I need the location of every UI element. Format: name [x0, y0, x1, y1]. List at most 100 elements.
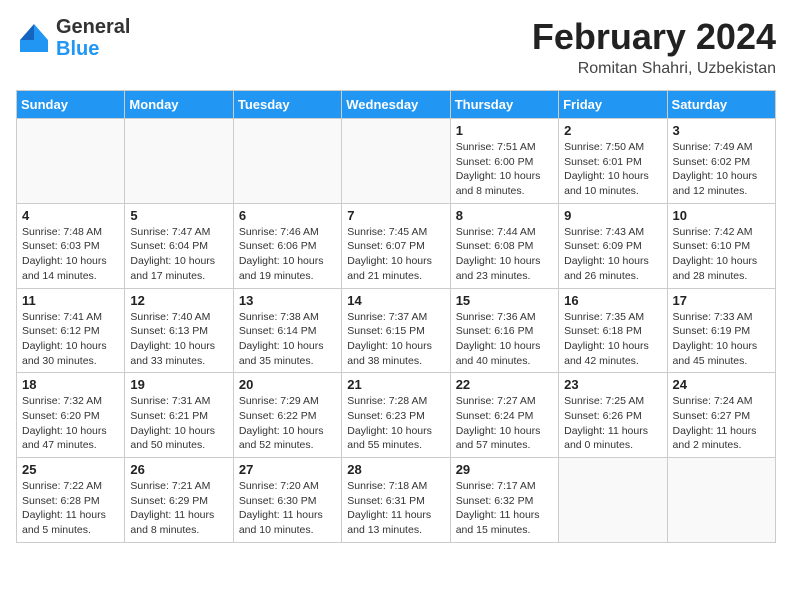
day-cell: 25 Sunrise: 7:22 AMSunset: 6:28 PMDayligh…: [17, 458, 125, 543]
day-cell: [233, 119, 341, 204]
day-cell: 21 Sunrise: 7:28 AMSunset: 6:23 PMDayligh…: [342, 373, 450, 458]
day-cell: 17Sunrise: 7:33 AMSunset: 6:19 PMDayligh…: [667, 288, 775, 373]
day-number: 18: [22, 377, 119, 392]
day-info: Sunrise: 7:41 AMSunset: 6:12 PMDaylight:…: [22, 310, 119, 369]
day-number: 20: [239, 377, 336, 392]
day-cell: 14Sunrise: 7:37 AMSunset: 6:15 PMDayligh…: [342, 288, 450, 373]
day-number: 9: [564, 208, 661, 223]
day-cell: 23 Sunrise: 7:25 AMSunset: 6:26 PMDayligh…: [559, 373, 667, 458]
day-info: Sunrise: 7:29 AMSunset: 6:22 PMDaylight:…: [239, 394, 336, 453]
day-info: Sunrise: 7:20 AMSunset: 6:30 PMDaylight:…: [239, 479, 336, 538]
day-cell: 19 Sunrise: 7:31 AMSunset: 6:21 PMDayligh…: [125, 373, 233, 458]
day-number: 29: [456, 462, 553, 477]
col-header-monday: Monday: [125, 91, 233, 119]
col-header-tuesday: Tuesday: [233, 91, 341, 119]
day-info: Sunrise: 7:44 AMSunset: 6:08 PMDaylight:…: [456, 225, 553, 284]
day-cell: 7 Sunrise: 7:45 AMSunset: 6:07 PMDaylight…: [342, 203, 450, 288]
day-number: 28: [347, 462, 444, 477]
day-cell: [342, 119, 450, 204]
day-info: Sunrise: 7:42 AMSunset: 6:10 PMDaylight:…: [673, 225, 770, 284]
day-info: Sunrise: 7:21 AMSunset: 6:29 PMDaylight:…: [130, 479, 227, 538]
day-cell: 8 Sunrise: 7:44 AMSunset: 6:08 PMDaylight…: [450, 203, 558, 288]
day-cell: [559, 458, 667, 543]
day-cell: 18 Sunrise: 7:32 AMSunset: 6:20 PMDayligh…: [17, 373, 125, 458]
day-number: 8: [456, 208, 553, 223]
logo: General Blue: [16, 16, 130, 60]
day-number: 19: [130, 377, 227, 392]
calendar-table: SundayMondayTuesdayWednesdayThursdayFrid…: [16, 90, 776, 543]
day-cell: 15Sunrise: 7:36 AMSunset: 6:16 PMDayligh…: [450, 288, 558, 373]
day-info: Sunrise: 7:27 AMSunset: 6:24 PMDaylight:…: [456, 394, 553, 453]
day-number: 13: [239, 293, 336, 308]
day-cell: 22 Sunrise: 7:27 AMSunset: 6:24 PMDayligh…: [450, 373, 558, 458]
day-info: Sunrise: 7:51 AMSunset: 6:00 PMDaylight:…: [456, 140, 553, 199]
day-cell: 24 Sunrise: 7:24 AMSunset: 6:27 PMDayligh…: [667, 373, 775, 458]
day-number: 23: [564, 377, 661, 392]
day-cell: 29 Sunrise: 7:17 AMSunset: 6:32 PMDayligh…: [450, 458, 558, 543]
day-info: Sunrise: 7:49 AMSunset: 6:02 PMDaylight:…: [673, 140, 770, 199]
day-number: 7: [347, 208, 444, 223]
logo-icon: [16, 20, 52, 56]
day-number: 2: [564, 123, 661, 138]
day-info: Sunrise: 7:31 AMSunset: 6:21 PMDaylight:…: [130, 394, 227, 453]
day-cell: 26 Sunrise: 7:21 AMSunset: 6:29 PMDayligh…: [125, 458, 233, 543]
day-info: Sunrise: 7:24 AMSunset: 6:27 PMDaylight:…: [673, 394, 770, 453]
day-cell: 5Sunrise: 7:47 AMSunset: 6:04 PMDaylight…: [125, 203, 233, 288]
day-number: 21: [347, 377, 444, 392]
day-number: 1: [456, 123, 553, 138]
day-info: Sunrise: 7:36 AMSunset: 6:16 PMDaylight:…: [456, 310, 553, 369]
day-number: 4: [22, 208, 119, 223]
day-info: Sunrise: 7:45 AMSunset: 6:07 PMDaylight:…: [347, 225, 444, 284]
day-cell: [667, 458, 775, 543]
day-cell: 10 Sunrise: 7:42 AMSunset: 6:10 PMDayligh…: [667, 203, 775, 288]
day-cell: 28 Sunrise: 7:18 AMSunset: 6:31 PMDayligh…: [342, 458, 450, 543]
logo-blue-text: Blue: [56, 38, 99, 60]
day-info: Sunrise: 7:25 AMSunset: 6:26 PMDaylight:…: [564, 394, 661, 453]
day-number: 6: [239, 208, 336, 223]
day-info: Sunrise: 7:32 AMSunset: 6:20 PMDaylight:…: [22, 394, 119, 453]
day-number: 25: [22, 462, 119, 477]
calendar-subtitle: Romitan Shahri, Uzbekistan: [532, 60, 776, 78]
day-cell: [17, 119, 125, 204]
day-cell: 13 Sunrise: 7:38 AMSunset: 6:14 PMDayligh…: [233, 288, 341, 373]
day-cell: 4 Sunrise: 7:48 AMSunset: 6:03 PMDaylight…: [17, 203, 125, 288]
week-row-1: 1 Sunrise: 7:51 AMSunset: 6:00 PMDaylight…: [17, 119, 776, 204]
day-number: 26: [130, 462, 227, 477]
day-number: 10: [673, 208, 770, 223]
week-row-2: 4 Sunrise: 7:48 AMSunset: 6:03 PMDaylight…: [17, 203, 776, 288]
day-number: 5: [130, 208, 227, 223]
day-number: 22: [456, 377, 553, 392]
day-info: Sunrise: 7:18 AMSunset: 6:31 PMDaylight:…: [347, 479, 444, 538]
day-number: 11: [22, 293, 119, 308]
day-number: 12: [130, 293, 227, 308]
day-number: 17: [673, 293, 770, 308]
col-header-friday: Friday: [559, 91, 667, 119]
day-cell: 12Sunrise: 7:40 AMSunset: 6:13 PMDayligh…: [125, 288, 233, 373]
day-number: 3: [673, 123, 770, 138]
day-info: Sunrise: 7:22 AMSunset: 6:28 PMDaylight:…: [22, 479, 119, 538]
col-header-wednesday: Wednesday: [342, 91, 450, 119]
day-number: 27: [239, 462, 336, 477]
day-number: 16: [564, 293, 661, 308]
day-cell: 2 Sunrise: 7:50 AMSunset: 6:01 PMDaylight…: [559, 119, 667, 204]
day-cell: 27 Sunrise: 7:20 AMSunset: 6:30 PMDayligh…: [233, 458, 341, 543]
header-row: SundayMondayTuesdayWednesdayThursdayFrid…: [17, 91, 776, 119]
day-info: Sunrise: 7:50 AMSunset: 6:01 PMDaylight:…: [564, 140, 661, 199]
day-cell: 6 Sunrise: 7:46 AMSunset: 6:06 PMDaylight…: [233, 203, 341, 288]
week-row-4: 18 Sunrise: 7:32 AMSunset: 6:20 PMDayligh…: [17, 373, 776, 458]
day-cell: [125, 119, 233, 204]
day-cell: 16 Sunrise: 7:35 AMSunset: 6:18 PMDayligh…: [559, 288, 667, 373]
day-info: Sunrise: 7:46 AMSunset: 6:06 PMDaylight:…: [239, 225, 336, 284]
day-info: Sunrise: 7:35 AMSunset: 6:18 PMDaylight:…: [564, 310, 661, 369]
day-number: 14: [347, 293, 444, 308]
day-number: 24: [673, 377, 770, 392]
day-info: Sunrise: 7:38 AMSunset: 6:14 PMDaylight:…: [239, 310, 336, 369]
day-cell: 9Sunrise: 7:43 AMSunset: 6:09 PMDaylight…: [559, 203, 667, 288]
day-info: Sunrise: 7:28 AMSunset: 6:23 PMDaylight:…: [347, 394, 444, 453]
day-cell: 1 Sunrise: 7:51 AMSunset: 6:00 PMDaylight…: [450, 119, 558, 204]
day-info: Sunrise: 7:17 AMSunset: 6:32 PMDaylight:…: [456, 479, 553, 538]
header: General Blue February 2024 Romitan Shahr…: [16, 16, 776, 78]
day-info: Sunrise: 7:48 AMSunset: 6:03 PMDaylight:…: [22, 225, 119, 284]
day-cell: 3 Sunrise: 7:49 AMSunset: 6:02 PMDaylight…: [667, 119, 775, 204]
title-area: February 2024 Romitan Shahri, Uzbekistan: [532, 16, 776, 78]
